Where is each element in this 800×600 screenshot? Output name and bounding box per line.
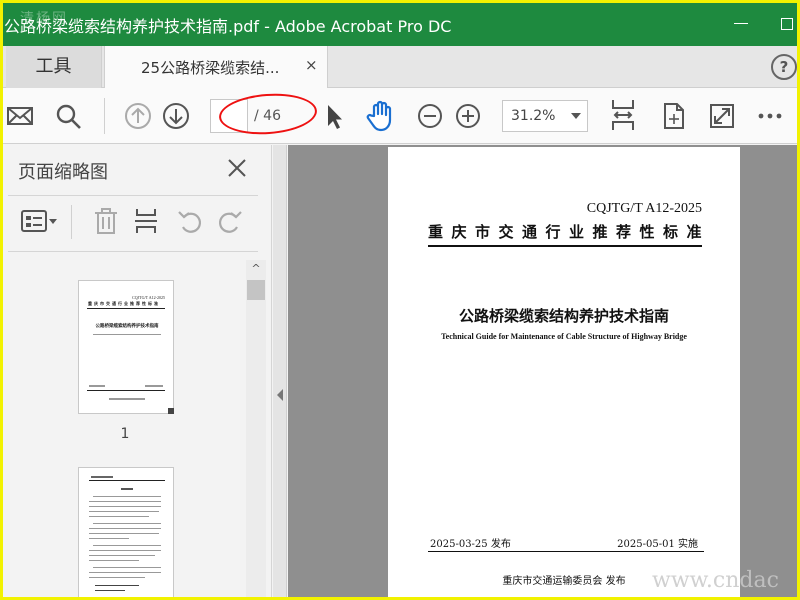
thumb-text-line bbox=[93, 545, 161, 546]
zoom-out-icon[interactable] bbox=[416, 102, 444, 130]
panel-divider bbox=[8, 195, 258, 196]
thumb-corner bbox=[168, 408, 174, 414]
publish-date: 2025-03-25 发布 bbox=[430, 539, 511, 550]
thumb-text-line bbox=[109, 398, 145, 400]
thumb-text-line bbox=[95, 585, 139, 586]
thumb-rule bbox=[87, 308, 165, 309]
trash-icon[interactable] bbox=[92, 207, 120, 235]
thumb-code: CQJTG/T A12-2025 bbox=[132, 295, 165, 300]
thumb-title: 公路桥梁缆索结构养护技术指南 bbox=[95, 324, 159, 329]
page-up-icon[interactable] bbox=[124, 102, 152, 130]
thumb-text-line bbox=[93, 523, 161, 524]
tab-tools[interactable]: 工具 bbox=[6, 46, 102, 88]
thumb-text-line bbox=[93, 567, 161, 568]
thumb-text-line bbox=[89, 501, 161, 502]
thumbnail-page-2[interactable] bbox=[78, 467, 174, 600]
fit-page-icon[interactable] bbox=[609, 98, 637, 132]
panel-title: 页面缩略图 bbox=[18, 162, 108, 183]
thumb-text-line bbox=[89, 385, 105, 387]
thumb-rule bbox=[89, 480, 165, 481]
watermark-text: www.cndac bbox=[652, 568, 779, 593]
panel-toolbar-divider bbox=[71, 205, 72, 239]
maximize-icon bbox=[781, 17, 793, 30]
page-rotate-icon[interactable] bbox=[660, 102, 688, 130]
panel-divider bbox=[8, 251, 258, 252]
close-icon[interactable] bbox=[226, 157, 248, 179]
help-icon[interactable]: ? bbox=[771, 54, 797, 80]
footer-rule bbox=[428, 551, 704, 552]
thumb-text-line bbox=[91, 476, 113, 478]
thumbnails-panel: 页面缩略图 ^ CQJTG/T A12-2025 重庆市交通行业推荐性标准 公路… bbox=[0, 145, 272, 600]
thumb-text-line bbox=[89, 572, 161, 573]
rotate-clockwise-icon[interactable] bbox=[216, 207, 244, 235]
standard-code: CQJTG/T A12-2025 bbox=[586, 201, 702, 216]
fullscreen-icon[interactable] bbox=[708, 102, 736, 130]
standard-category: 重庆市交通行业推荐性标准 bbox=[428, 223, 711, 241]
minimize-button[interactable] bbox=[730, 12, 752, 34]
insert-page-icon[interactable] bbox=[133, 207, 161, 235]
thumb-text-line bbox=[95, 590, 125, 591]
thumb-text-line bbox=[121, 488, 133, 490]
thumb-text-line bbox=[89, 555, 155, 556]
thumb-text-line bbox=[93, 334, 161, 335]
collapse-arrow-icon[interactable] bbox=[277, 389, 283, 401]
thumb-text-line bbox=[89, 516, 149, 517]
maximize-button[interactable] bbox=[776, 12, 798, 34]
thumbnails-scrollbar[interactable] bbox=[246, 260, 266, 600]
document-title: 公路桥梁缆索结构养护技术指南 bbox=[458, 307, 669, 325]
thumb-text-line bbox=[89, 560, 139, 561]
title-bar: 清杨网 公路桥梁缆索结构养护技术指南.pdf - Adobe Acrobat P… bbox=[0, 0, 800, 46]
zoom-value: 31.2% bbox=[511, 108, 556, 124]
thumb-text-line bbox=[93, 496, 161, 497]
thumb-text-line bbox=[89, 528, 161, 529]
select-cursor-icon[interactable] bbox=[320, 102, 348, 130]
thumbnail-page-1[interactable]: CQJTG/T A12-2025 重庆市交通行业推荐性标准 公路桥梁缆索结构养护… bbox=[78, 280, 174, 414]
hand-icon[interactable] bbox=[366, 100, 396, 132]
search-icon[interactable] bbox=[54, 102, 82, 130]
tab-document[interactable]: 25公路桥梁缆索结... × bbox=[104, 46, 328, 89]
window-title: 公路桥梁缆索结构养护技术指南.pdf - Adobe Acrobat Pro D… bbox=[4, 17, 452, 36]
document-title-english: Technical Guide for Maintenance of Cable… bbox=[441, 332, 687, 341]
panel-splitter[interactable] bbox=[273, 145, 287, 600]
effective-date: 2025-05-01 实施 bbox=[617, 539, 698, 550]
page-down-icon[interactable] bbox=[162, 102, 190, 130]
thumb-text-line bbox=[145, 385, 163, 387]
scrollbar-thumb[interactable] bbox=[247, 280, 265, 300]
zoom-select[interactable]: 31.2% bbox=[502, 100, 588, 132]
minimize-icon bbox=[734, 23, 748, 24]
thumbnail-page-number: 1 bbox=[120, 426, 130, 442]
thumb-text-line bbox=[89, 511, 159, 512]
options-menu-icon[interactable] bbox=[20, 207, 60, 235]
header-rule bbox=[428, 245, 702, 247]
pdf-page[interactable]: CQJTG/T A12-2025 重庆市交通行业推荐性标准 公路桥梁缆索结构养护… bbox=[388, 147, 740, 600]
thumb-text-line bbox=[89, 550, 161, 551]
more-icon[interactable] bbox=[756, 102, 784, 130]
thumb-text-line bbox=[89, 506, 161, 507]
tab-bar: 工具 25公路桥梁缆索结... × ? bbox=[0, 46, 800, 89]
thumb-rule bbox=[87, 390, 165, 391]
scroll-up-icon[interactable]: ^ bbox=[246, 260, 266, 278]
rotate-counterclockwise-icon[interactable] bbox=[176, 207, 204, 235]
chevron-down-icon bbox=[571, 113, 581, 119]
thumb-text-line bbox=[89, 538, 129, 539]
thumb-text-line bbox=[89, 533, 159, 534]
mail-icon[interactable] bbox=[6, 102, 34, 130]
thumb-text-line bbox=[89, 577, 145, 578]
toolbar-divider bbox=[104, 98, 105, 134]
close-tab-icon[interactable]: × bbox=[305, 56, 318, 74]
thumb-category: 重庆市交通行业推荐性标准 bbox=[88, 301, 160, 306]
zoom-in-icon[interactable] bbox=[454, 102, 482, 130]
tab-document-label: 25公路桥梁缆索结... bbox=[141, 59, 280, 77]
toolbar bbox=[0, 88, 800, 144]
